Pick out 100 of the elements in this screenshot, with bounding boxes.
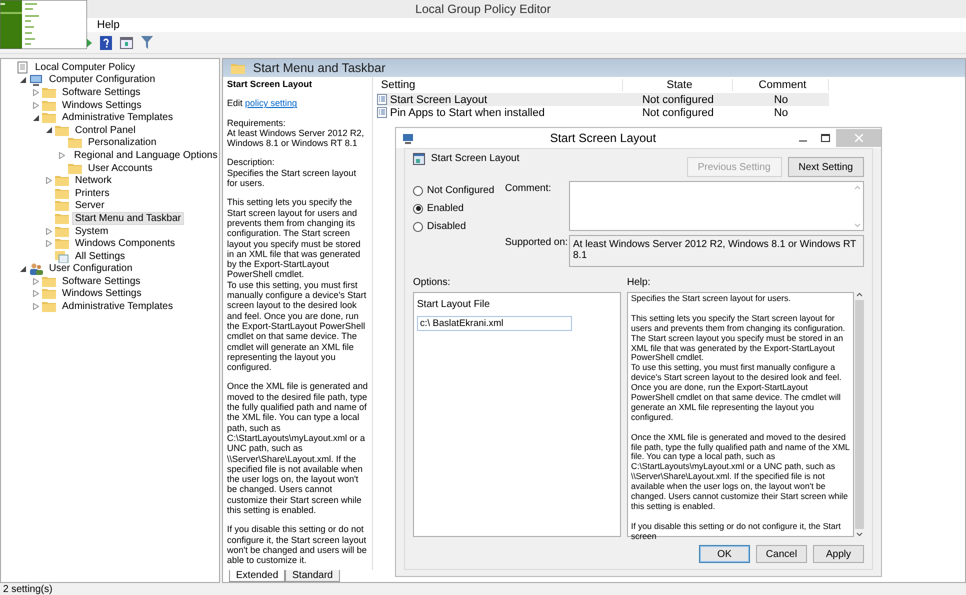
description-text: If you disable this setting or do not configure it, the Start screen layout won't be changed and users will be able to customize it. [227, 524, 368, 566]
radio-button[interactable] [413, 222, 423, 232]
expanded-arrow-icon[interactable] [20, 266, 26, 272]
maximize-icon [820, 134, 830, 142]
tree-item[interactable]: Administrative Templates [59, 111, 176, 124]
folder-icon [231, 62, 245, 74]
expanded-arrow-icon[interactable] [20, 76, 26, 83]
supported-on-label: Supported on: [505, 236, 569, 250]
tree-item[interactable]: Network [72, 174, 115, 188]
folder-icon [42, 288, 56, 300]
option-label: Start Layout File [417, 299, 491, 310]
collapsed-arrow-icon[interactable] [33, 303, 39, 310]
folder-icon [68, 137, 82, 148]
tree-item[interactable]: All Settings [72, 250, 128, 263]
description-text: To use this setting, you must first manually configure a device's Start screen layout to the desired look and feel. Once you are done, run the Export-StartLayout PowerShell cmdlet on that same device. The cmdlet will generate an XML file representing the layout you configured. [227, 280, 368, 372]
view-tab[interactable]: Standard [285, 570, 340, 582]
policy-setting-link[interactable]: policy setting [245, 98, 298, 108]
tree-item[interactable]: Computer Configuration [46, 73, 158, 86]
pane-icon[interactable] [120, 36, 133, 48]
folder-icon [55, 200, 69, 212]
collapsed-arrow-icon[interactable] [59, 152, 65, 159]
nav-button[interactable]: Next Setting [788, 157, 864, 177]
radio-label: Not Configured [427, 185, 494, 196]
collapsed-arrow-icon[interactable] [33, 278, 39, 285]
computer-icon [402, 132, 414, 144]
tree-item[interactable]: System [72, 224, 112, 238]
comment-field[interactable] [569, 181, 864, 231]
tree-item[interactable]: Local Computer Policy [32, 60, 138, 74]
tree-item[interactable]: User Accounts [85, 162, 156, 175]
dialog-button[interactable]: OK [699, 545, 750, 563]
collapsed-arrow-icon[interactable] [46, 240, 52, 248]
users-icon [29, 262, 43, 275]
table-cell: Pin Apps to Start when installed [390, 106, 545, 118]
scrollbar[interactable] [854, 292, 864, 537]
description-title: Start Screen Layout [227, 79, 314, 90]
help-label: Help: [627, 277, 652, 288]
expanded-arrow-icon[interactable] [33, 114, 39, 121]
table-row[interactable]: Pin Apps to Start when installed Not configured No [377, 106, 829, 119]
folder-icon [68, 162, 82, 174]
minimize-icon [799, 140, 807, 142]
help-text: This setting lets you specify the Start screen layout for users and prevents them from changing its configuration. The Start screen layout you specify must be stored in an XML file that was generated by the Export-StartLayout PowerShell cmdlet. [631, 314, 846, 364]
tree-item[interactable]: Start Menu and Taskbar [72, 212, 184, 225]
table-row[interactable]: Start Screen Layout Not configured No [377, 93, 829, 106]
tree-item[interactable]: Software Settings [59, 274, 144, 288]
collapsed-arrow-icon[interactable] [46, 177, 52, 184]
scroll-up-icon[interactable] [856, 292, 862, 297]
tree-item[interactable]: Administrative Templates [59, 300, 176, 314]
help-text: If you disable this setting or do not configure it, the Start screen [631, 522, 842, 542]
tree-item[interactable]: Personalization [85, 136, 160, 150]
description-text: Once the XML file is generated and moved to the desired file path, type the fully qualified path and name of the XML file. You can type a local path, such as C:\StartLayouts\myLayout.xml or a UNC path, such as \\Server\Share\Layout.xml. If the specified file is not available when the user logs on, the layout won't be changed. Users cannot customize their Start screen while this setting is enabled. [227, 381, 368, 516]
tree-item[interactable]: Printers [72, 186, 112, 200]
collapsed-arrow-icon[interactable] [33, 290, 39, 298]
column-header[interactable]: Comment [733, 79, 829, 91]
table-cell: Not configured [642, 94, 714, 106]
input-field[interactable]: c:\ BaslatEkrani.xml [417, 316, 572, 331]
description-text: At least Windows Server 2012 R2, Windows 8.1 or Windows RT 8.1 [227, 128, 366, 148]
folder-icon [42, 100, 56, 111]
description-text: Description: [227, 157, 276, 168]
folder-icon [55, 175, 69, 186]
folder-icon [55, 124, 69, 136]
help-text: Once the XML file is generated and moved to the desired file path, type the fully qualified path and name of the XML file. You can type a local path, such as C:\StartLayouts\myLayout.xml or a UNC path, such as \\Server\Share\Layout.xml. If the specified file is not available when the user logs on, the layout won't be changed. Users cannot customize their Start screen while this setting is enabled. [631, 432, 850, 512]
help-icon[interactable] [100, 36, 112, 50]
tree-item[interactable]: Windows Components [72, 237, 178, 250]
expanded-arrow-icon[interactable] [46, 127, 52, 134]
tree-item[interactable]: User Configuration [46, 262, 136, 276]
setting-name: Start Screen Layout [431, 153, 520, 164]
table-cell: Not configured [642, 106, 714, 118]
collapsed-arrow-icon[interactable] [33, 102, 39, 109]
column-header[interactable]: State [623, 79, 733, 91]
tree-item[interactable]: Control Panel [72, 124, 139, 137]
folder-icon [55, 238, 69, 250]
tree-item[interactable]: Windows Settings [59, 287, 144, 300]
radio-label: Enabled [427, 203, 464, 214]
radio-button[interactable] [413, 204, 423, 214]
description-text: Specifies the Start screen layout for users. [227, 168, 358, 188]
dialog-title: Start Screen Layout [548, 131, 658, 145]
table-cell: No [774, 94, 788, 106]
settings-icon [55, 250, 69, 263]
tree-item[interactable]: Software Settings [59, 86, 144, 99]
supported-on-text: At least Windows Server 2012 R2, Windows 8.1 or Windows RT 8.1 [569, 235, 864, 267]
radio-button[interactable] [413, 186, 423, 196]
tree-item[interactable]: Windows Settings [59, 98, 144, 112]
tree-item[interactable]: Regional and Language Options [71, 148, 220, 162]
collapsed-arrow-icon[interactable] [33, 88, 39, 96]
dialog-button[interactable]: Cancel [756, 545, 807, 563]
tree-item[interactable]: Server [72, 199, 108, 212]
view-tab[interactable]: Extended [229, 570, 286, 582]
pane-header-title: Start Menu and Taskbar [253, 61, 386, 75]
help-text: To use this setting, you must first manually configure a device's Start screen layout to the desired look and feel. Once you are done, run the Export-StartLayout PowerShell cmdlet on that same device. The cmdlet will generate an XML file representing the layout you configured. [631, 363, 842, 423]
dialog-button[interactable]: Apply [813, 545, 864, 563]
description-text: Requirements: [227, 118, 287, 128]
table-cell: No [774, 106, 788, 118]
options-label: Options: [413, 277, 452, 288]
setting-icon [413, 153, 425, 165]
folder-icon [55, 226, 69, 237]
collapsed-arrow-icon[interactable] [46, 228, 52, 235]
menu-item[interactable]: Help [95, 19, 122, 31]
column-header[interactable]: Setting [377, 79, 623, 91]
scroll-down-icon[interactable] [856, 532, 862, 537]
filter-icon[interactable] [141, 36, 153, 49]
